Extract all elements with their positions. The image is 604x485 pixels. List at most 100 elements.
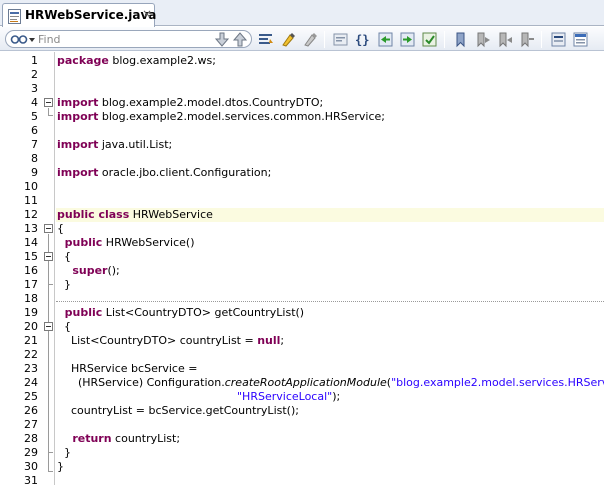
code-text: ; [280, 334, 285, 347]
code-line-20: { [57, 320, 71, 333]
code-line-29: } [57, 446, 71, 459]
line-number: 11 [24, 194, 38, 207]
line-number: 25 [24, 390, 38, 403]
bookmark-icon[interactable] [452, 31, 469, 48]
code-line-12: public class HRWebService [57, 208, 213, 222]
fold-toggle-icon[interactable] [44, 224, 53, 233]
line-number: 27 [24, 418, 38, 431]
highlight-icon[interactable] [280, 31, 297, 48]
code-line-4: import blog.example2.model.dtos.CountryD… [57, 96, 323, 110]
find-next-icon[interactable] [232, 32, 248, 47]
code-line-13: { [57, 222, 64, 235]
line-number: 8 [31, 152, 38, 165]
code-line-9: import oracle.jbo.client.Configuration; [57, 166, 271, 180]
code-text: (HRService) Configuration. [57, 376, 225, 389]
line-number: 5 [31, 110, 38, 123]
next-bookmark-icon[interactable] [496, 31, 513, 48]
tab-hrwebservice-java[interactable]: HRWebService.java × [2, 3, 156, 27]
fold-end [48, 284, 53, 285]
fold-toggle-icon[interactable] [44, 252, 53, 261]
search-mode-icon[interactable] [10, 33, 38, 46]
keyword: import [57, 166, 99, 179]
line-number: 19 [24, 306, 38, 319]
find-previous-icon[interactable] [214, 32, 230, 47]
line-number: 2 [31, 68, 38, 81]
keyword: super [57, 264, 108, 277]
line-number: 13 [24, 222, 38, 235]
reformat-icon[interactable]: {} [354, 31, 371, 48]
code-line-30: } [57, 460, 64, 473]
code-text: blog.example2.model.dtos.CountryDTO; [98, 96, 324, 109]
code-line-16: super(); [57, 264, 120, 278]
shift-right-icon[interactable] [399, 31, 416, 48]
keyword: return [57, 432, 112, 445]
line-number: 12 [24, 208, 38, 221]
code-line-5: import blog.example2.model.services.comm… [57, 110, 385, 124]
find-box [5, 30, 252, 48]
line-number: 29 [24, 446, 38, 459]
code-text: ); [332, 390, 341, 403]
code-line-21: List<CountryDTO> countryList = null; [57, 334, 284, 348]
code-line-25: "HRServiceLocal"); [237, 390, 340, 404]
code-text: HRWebService() [102, 236, 195, 249]
clear-bookmarks-icon[interactable] [518, 31, 535, 48]
code-text: HRWebService [129, 208, 213, 221]
keyword: import [57, 138, 99, 151]
line-number: 20 [24, 320, 38, 333]
show-usages-icon[interactable] [257, 31, 274, 48]
toolbar-separator [444, 31, 445, 48]
toolbar-separator [541, 31, 542, 48]
code-text: blog.example2.ws; [108, 54, 216, 67]
code-line-26: countryList = bcService.getCountryList()… [57, 404, 299, 417]
code-line-24: (HRService) Configuration.createRootAppl… [57, 376, 604, 390]
code-text: java.util.List; [98, 138, 173, 151]
split-editor-icon[interactable] [572, 31, 589, 48]
line-number: 16 [24, 264, 38, 277]
method-separator [56, 301, 604, 302]
fold-end [48, 471, 53, 472]
code-line-19: public List<CountryDTO> getCountryList() [57, 306, 304, 320]
line-number: 17 [24, 278, 38, 291]
code-text: List<CountryDTO> countryList = [57, 334, 258, 347]
fold-toggle-icon[interactable] [44, 322, 53, 331]
clear-highlight-icon[interactable] [302, 31, 319, 48]
line-number: 28 [24, 432, 38, 445]
line-number: 26 [24, 404, 38, 417]
line-number: 3 [31, 82, 38, 95]
string-literal: "blog.example2.model.services.HRService" [391, 376, 604, 389]
code-editor[interactable]: 1 2 3 4 5 6 7 8 9 10 11 12 13 14 15 16 1… [0, 52, 604, 485]
code-text: List<CountryDTO> getCountryList() [102, 306, 305, 319]
code-text: oracle.jbo.client.Configuration; [98, 166, 272, 179]
shift-left-icon[interactable] [377, 31, 394, 48]
string-literal: "HRServiceLocal" [237, 390, 333, 403]
code-text: countryList; [111, 432, 181, 445]
fold-end [48, 115, 53, 116]
line-number: 6 [31, 124, 38, 137]
code-text: (); [107, 264, 120, 277]
editor-options-icon[interactable] [550, 31, 567, 48]
line-number: 10 [24, 180, 38, 193]
toolbar-separator [324, 31, 325, 48]
line-number: 22 [24, 348, 38, 361]
compile-icon[interactable] [421, 31, 438, 48]
keyword: public class [57, 208, 130, 221]
static-method-call: createRootApplicationModule [224, 376, 387, 389]
previous-bookmark-icon[interactable] [474, 31, 491, 48]
line-number: 9 [31, 166, 38, 179]
code-line-1: package blog.example2.ws; [57, 54, 216, 68]
fold-toggle-icon[interactable] [44, 98, 53, 107]
line-number-gutter: 1 2 3 4 5 6 7 8 9 10 11 12 13 14 15 16 1… [0, 52, 55, 485]
code-line-23: HRService bcService = [57, 362, 198, 375]
line-number: 14 [24, 236, 38, 249]
line-number: 31 [24, 474, 38, 485]
line-number: 30 [24, 460, 38, 473]
code-line-7: import java.util.List; [57, 138, 172, 152]
code-text: blog.example2.model.services.common.HRSe… [98, 110, 386, 123]
code-line-28: return countryList; [57, 432, 180, 446]
find-input[interactable] [38, 32, 208, 46]
editor-tab-strip: HRWebService.java × [0, 0, 604, 27]
toggle-breakpoint-icon[interactable] [332, 31, 349, 48]
fold-guide [48, 234, 49, 471]
line-number: 7 [31, 138, 38, 151]
close-tab-icon[interactable]: × [142, 7, 152, 21]
